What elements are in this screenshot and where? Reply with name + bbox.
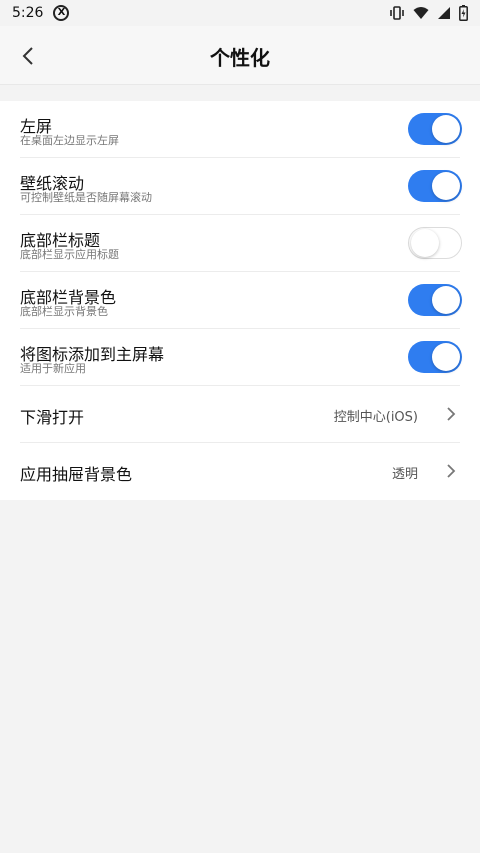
setting-value: 透明 [391, 467, 418, 482]
dock-background-toggle[interactable] [408, 284, 462, 316]
setting-wallpaper-scroll[interactable]: 壁纸滚动 可控制壁纸是否随屏幕滚动 [0, 158, 480, 215]
setting-drawer-background[interactable]: 应用抽屉背景色 透明 [0, 443, 480, 500]
setting-title: 应用抽屉背景色 [20, 465, 133, 484]
setting-left-screen[interactable]: 左屏 在桌面左边显示左屏 [0, 101, 480, 158]
setting-add-icon-home[interactable]: 将图标添加到主屏幕 适用于新应用 [0, 329, 480, 386]
section-gap [0, 85, 480, 101]
setting-subtitle: 在桌面左边显示左屏 [20, 134, 119, 147]
setting-swipe-down[interactable]: 下滑打开 控制中心(iOS) [0, 386, 480, 443]
app-bar: 个性化 [0, 26, 480, 85]
toggle-knob [432, 343, 460, 371]
vibrate-icon [389, 5, 405, 21]
dock-title-toggle[interactable] [408, 227, 462, 259]
toggle-knob [411, 229, 439, 257]
left-screen-toggle[interactable] [408, 113, 462, 145]
setting-subtitle: 底部栏显示背景色 [20, 305, 108, 318]
setting-value: 控制中心(iOS) [333, 410, 418, 425]
notification-badge-icon: X [53, 5, 70, 21]
setting-subtitle: 底部栏显示应用标题 [20, 248, 119, 261]
page-title: 个性化 [210, 46, 270, 70]
signal-icon [437, 6, 451, 20]
setting-title: 下滑打开 [20, 408, 85, 427]
setting-subtitle: 可控制壁纸是否随屏幕滚动 [20, 191, 152, 204]
chevron-right-icon [444, 462, 458, 480]
setting-subtitle: 适用于新应用 [20, 362, 86, 375]
status-bar: 5:26 X [0, 0, 480, 26]
toggle-knob [432, 172, 460, 200]
wifi-icon [413, 6, 429, 20]
battery-icon [459, 5, 468, 21]
chevron-right-icon [444, 405, 458, 423]
setting-dock-background[interactable]: 底部栏背景色 底部栏显示背景色 [0, 272, 480, 329]
setting-dock-title[interactable]: 底部栏标题 底部栏显示应用标题 [0, 215, 480, 272]
add-icon-home-toggle[interactable] [408, 341, 462, 373]
wallpaper-scroll-toggle[interactable] [408, 170, 462, 202]
settings-list: 左屏 在桌面左边显示左屏 壁纸滚动 可控制壁纸是否随屏幕滚动 底部栏标题 底部栏… [0, 101, 480, 500]
toggle-knob [432, 115, 460, 143]
toggle-knob [432, 286, 460, 314]
clock: 5:26 [12, 5, 44, 21]
